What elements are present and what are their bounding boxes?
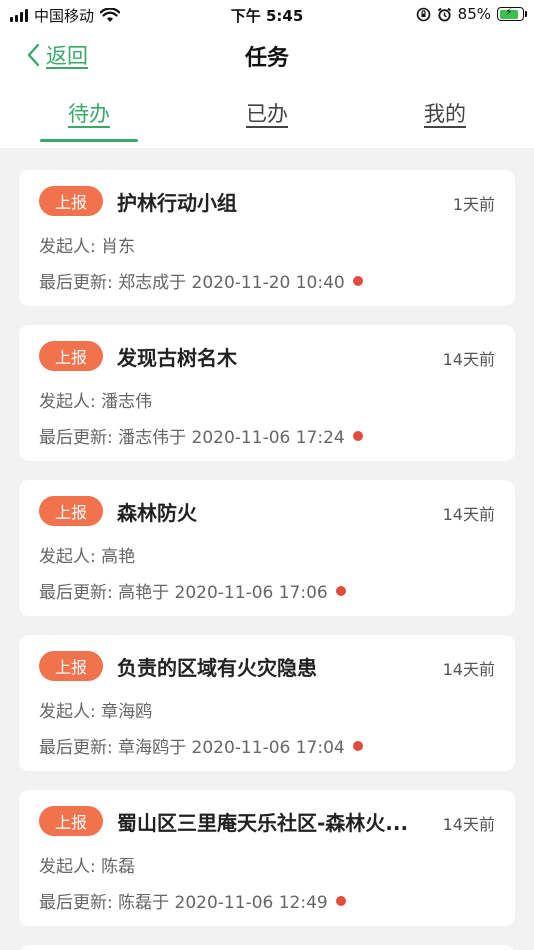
task-initiator: 发起人: 潘志伟 (39, 392, 153, 412)
unread-dot-icon (352, 275, 363, 286)
task-title: 蜀山区三里庵天乐社区-森林火... (117, 811, 409, 835)
status-bar: 中国移动 下午 5:45 85% ⚡ (0, 0, 534, 28)
task-title: 森林防火 (117, 501, 197, 525)
task-time: 1天前 (452, 195, 495, 214)
task-updated-row: 最后更新: 郑志成于 2020-11-20 10:40 (39, 268, 363, 293)
task-card[interactable]: 上报 森林防火 14天前 发起人: 高艳 最后更新: 高艳于 2020-11-0… (19, 480, 515, 616)
task-initiator: 发起人: 高艳 (39, 547, 136, 567)
task-updated-row: 最后更新: 潘志伟于 2020-11-06 17:24 (39, 423, 363, 448)
page-title: 任务 (244, 46, 289, 71)
task-updated-row: 最后更新: 章海鸥于 2020-11-06 17:04 (39, 733, 363, 758)
task-title: 护林行动小组 (117, 191, 237, 215)
task-updated: 最后更新: 高艳于 2020-11-06 17:06 (39, 583, 328, 603)
tab-indicator (40, 139, 138, 142)
battery-icon: ⚡ (497, 7, 527, 21)
screen: 中国移动 下午 5:45 85% ⚡ 返回 任务 待办 已办 我的 上报 护林行… (0, 0, 534, 950)
task-time: 14天前 (442, 660, 495, 679)
unread-dot-icon (335, 585, 346, 596)
task-badge: 上报 (39, 651, 103, 681)
task-card[interactable]: 上报 负责的区域有火灾隐患 14天前 发起人: 章海鸥 最后更新: 章海鸥于 2… (19, 635, 515, 771)
task-card-partial[interactable] (19, 945, 515, 950)
task-badge: 上报 (39, 186, 103, 216)
alarm-icon (437, 7, 451, 21)
unread-dot-icon (352, 740, 363, 751)
task-updated: 最后更新: 章海鸥于 2020-11-06 17:04 (39, 738, 345, 758)
task-initiator: 发起人: 章海鸥 (39, 702, 153, 722)
unread-dot-icon (352, 430, 363, 441)
task-card[interactable]: 上报 发现古树名木 14天前 发起人: 潘志伟 最后更新: 潘志伟于 2020-… (19, 325, 515, 461)
task-initiator: 发起人: 陈磊 (39, 857, 136, 877)
task-time: 14天前 (442, 505, 495, 524)
status-right: 85% ⚡ (416, 5, 527, 23)
task-updated: 最后更新: 陈磊于 2020-11-06 12:49 (39, 893, 328, 913)
task-updated: 最后更新: 郑志成于 2020-11-20 10:40 (39, 273, 345, 293)
task-badge: 上报 (39, 806, 103, 836)
task-title: 发现古树名木 (117, 346, 237, 370)
task-card[interactable]: 上报 护林行动小组 1天前 发起人: 肖东 最后更新: 郑志成于 2020-11… (19, 170, 515, 306)
tab-mine[interactable]: 我的 (396, 98, 494, 128)
orientation-lock-icon (416, 7, 430, 21)
tab-todo[interactable]: 待办 (40, 98, 138, 128)
battery-percent: 85% (457, 5, 491, 23)
task-time: 14天前 (442, 350, 495, 369)
task-updated-row: 最后更新: 高艳于 2020-11-06 17:06 (39, 578, 346, 603)
task-title: 负责的区域有火灾隐患 (117, 656, 317, 680)
task-updated: 最后更新: 潘志伟于 2020-11-06 17:24 (39, 428, 345, 448)
task-time: 14天前 (442, 815, 495, 834)
task-initiator: 发起人: 肖东 (39, 237, 136, 257)
task-list: 上报 护林行动小组 1天前 发起人: 肖东 最后更新: 郑志成于 2020-11… (19, 170, 515, 950)
task-updated-row: 最后更新: 陈磊于 2020-11-06 12:49 (39, 888, 346, 913)
tab-bar: 待办 已办 我的 (0, 82, 534, 148)
task-card[interactable]: 上报 蜀山区三里庵天乐社区-森林火... 14天前 发起人: 陈磊 最后更新: … (19, 790, 515, 926)
nav-bar: 返回 任务 (0, 28, 534, 82)
unread-dot-icon (335, 895, 346, 906)
tab-done[interactable]: 已办 (218, 98, 316, 128)
task-badge: 上报 (39, 496, 103, 526)
task-badge: 上报 (39, 341, 103, 371)
